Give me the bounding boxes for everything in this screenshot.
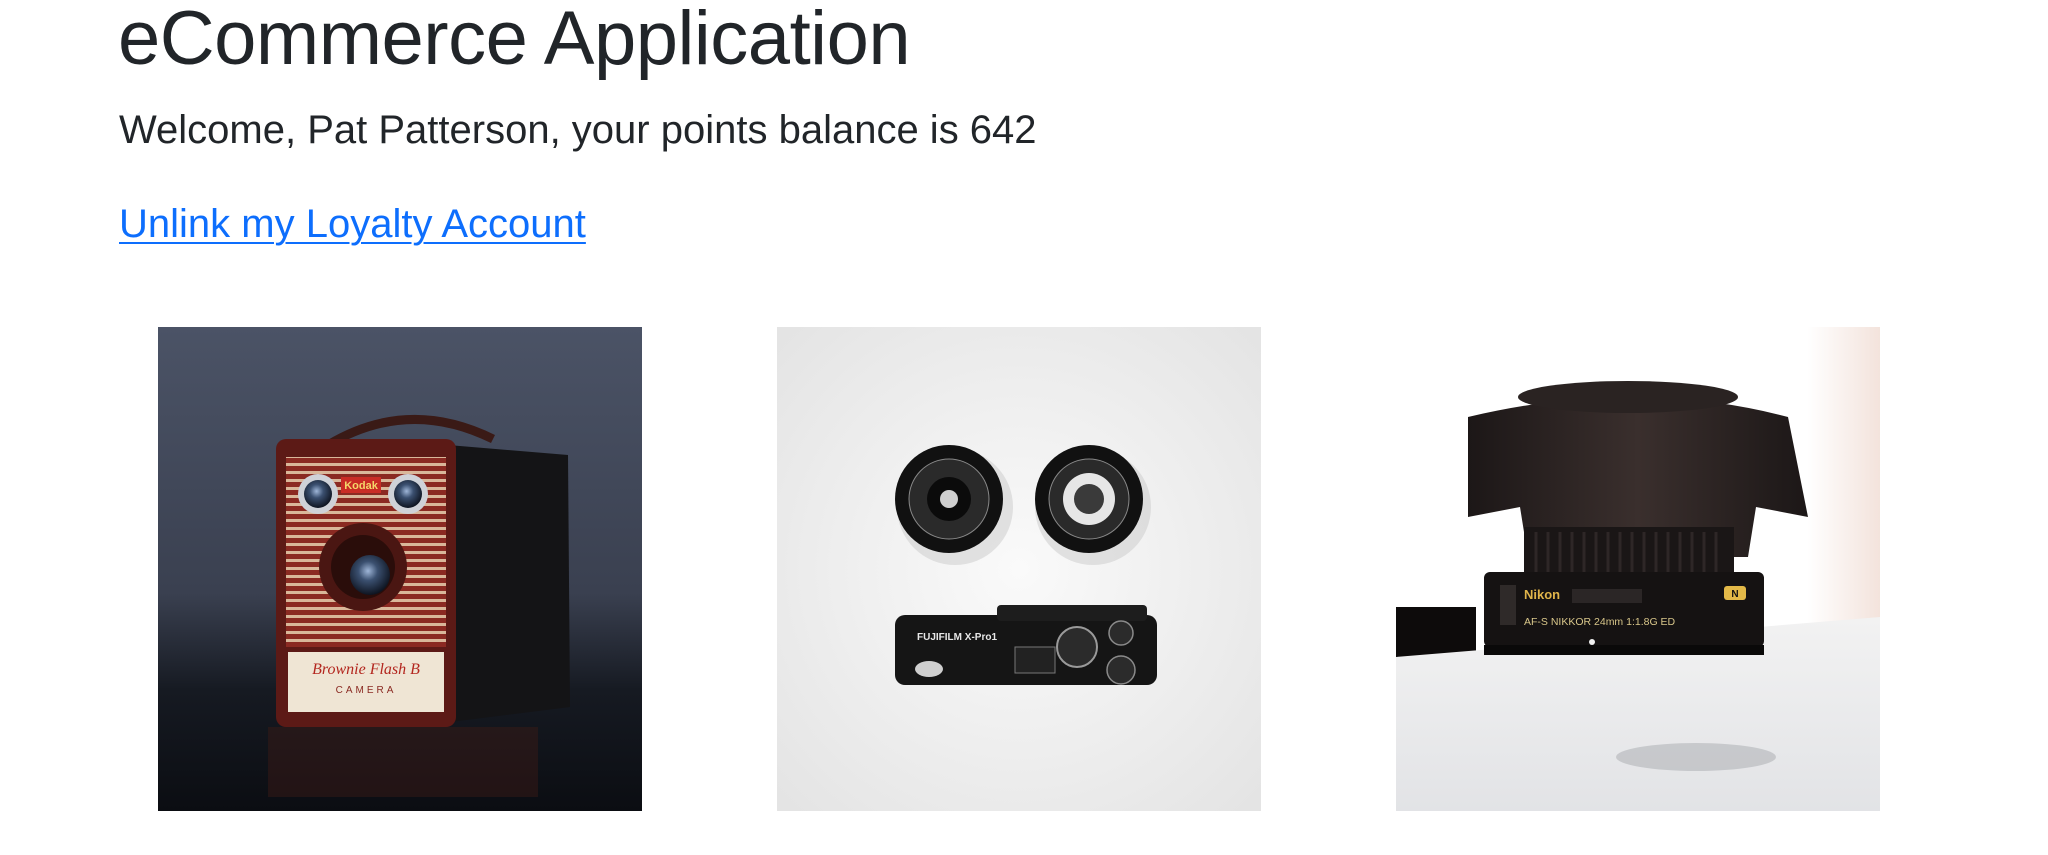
product-image-fujifilm-camera[interactable]: FUJIFILM X-Pro1 <box>777 327 1261 811</box>
svg-text:FUJIFILM X-Pro1: FUJIFILM X-Pro1 <box>917 632 997 643</box>
svg-text:Brownie Flash B: Brownie Flash B <box>312 661 420 678</box>
welcome-message: Welcome, Pat Patterson, your points bala… <box>119 108 1037 152</box>
svg-text:N: N <box>1731 589 1738 600</box>
kodak-camera-photo: Kodak Brownie Flash B CAMERA <box>158 327 642 811</box>
svg-text:AF-S NIKKOR 24mm 1:1.8G ED: AF-S NIKKOR 24mm 1:1.8G ED <box>1524 616 1676 628</box>
product-image-nikon-lens[interactable]: Nikon N AF-S NIKKOR 24mm 1:1.8G ED <box>1396 327 1880 811</box>
svg-text:CAMERA: CAMERA <box>336 685 397 696</box>
svg-text:Kodak: Kodak <box>344 480 379 492</box>
nikon-lens-photo: Nikon N AF-S NIKKOR 24mm 1:1.8G ED <box>1396 327 1880 811</box>
svg-text:Nikon: Nikon <box>1524 587 1560 602</box>
fujifilm-camera-photo: FUJIFILM X-Pro1 <box>777 327 1261 811</box>
page-title: eCommerce Application <box>118 0 911 81</box>
page: eCommerce Application Welcome, Pat Patte… <box>0 0 2048 855</box>
unlink-loyalty-link[interactable]: Unlink my Loyalty Account <box>119 200 586 248</box>
product-image-kodak-camera[interactable]: Kodak Brownie Flash B CAMERA <box>158 327 642 811</box>
